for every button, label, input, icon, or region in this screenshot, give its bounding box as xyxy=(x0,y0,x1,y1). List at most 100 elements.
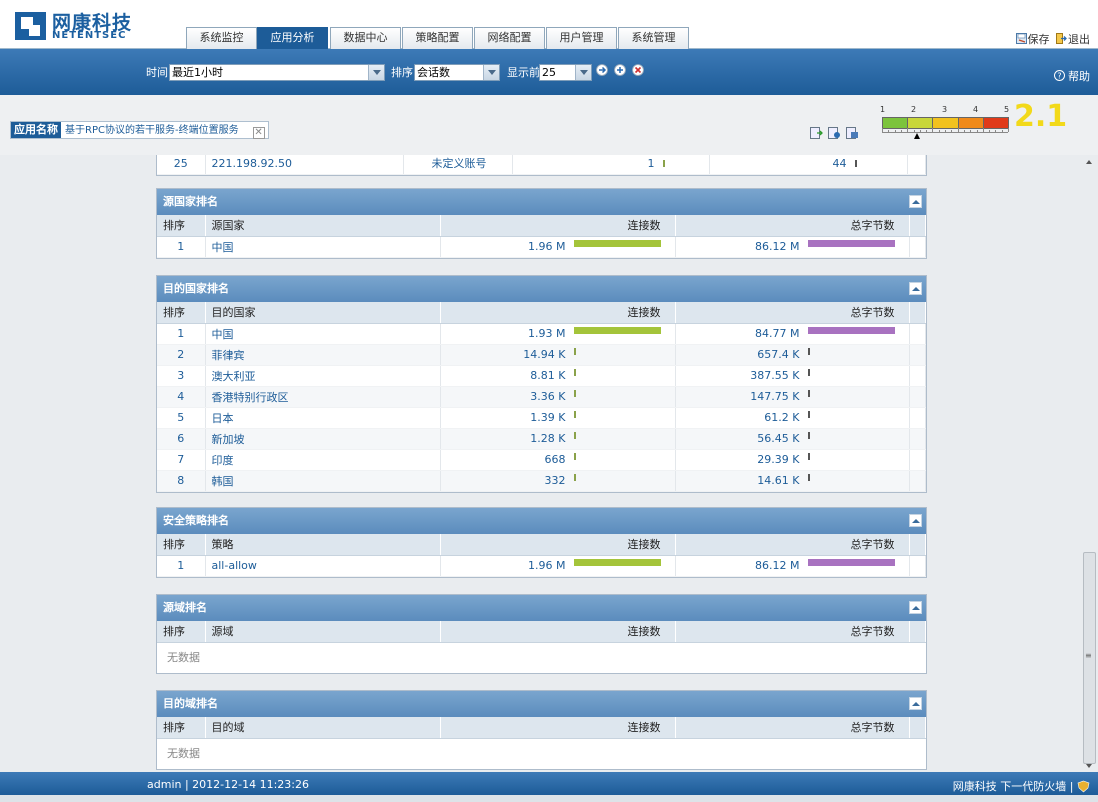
row-rank: 8 xyxy=(157,470,206,492)
column-header-connections[interactable]: 连接数 xyxy=(440,534,676,556)
connections-bar xyxy=(573,432,661,439)
gauge-tick-mark xyxy=(919,130,921,132)
save-button[interactable]: 保存 xyxy=(1015,33,1050,46)
row-name-link[interactable]: 菲律宾 xyxy=(205,344,441,366)
export-report-icon[interactable] xyxy=(828,127,841,139)
app-name-value: 基于RPC协议的若干服务-终端位置服务 xyxy=(65,125,239,136)
help-button[interactable]: ? 帮助 xyxy=(1053,68,1090,84)
time-label: 时间 xyxy=(146,66,168,79)
row-rank: 6 xyxy=(157,428,206,450)
tab-system-management[interactable]: 系统管理 xyxy=(618,27,689,49)
ranking-table: 排序 策略 连接数 总字节数 1 all-allow 1.96 M 86.12 M xyxy=(157,534,926,577)
footer-brand: 网康科技 下一代防火墙 | xyxy=(953,778,1090,794)
connections-bar xyxy=(573,559,661,566)
bytes-bar xyxy=(807,411,895,418)
bytes-bar xyxy=(807,390,895,397)
column-header-total-bytes[interactable]: 总字节数 xyxy=(675,717,910,739)
scroll-down-icon[interactable] xyxy=(1086,764,1092,768)
row-name-link[interactable]: 香港特别行政区 xyxy=(205,386,441,408)
export-excel-icon[interactable] xyxy=(810,127,823,139)
connections-bar-fill xyxy=(573,240,661,247)
table-row: 1 all-allow 1.96 M 86.12 M xyxy=(157,555,926,577)
connections-bar xyxy=(573,348,661,355)
ranking-panel: 目的域排名 排序 目的域 连接数 总字节数 无数据 xyxy=(156,690,927,770)
bytes-bar-fill xyxy=(807,369,810,376)
row-total-bytes-value: 61.2 K xyxy=(764,411,800,424)
chevron-down-icon[interactable] xyxy=(368,65,384,80)
gauge-tick-mark xyxy=(913,130,915,132)
tab-network-config[interactable]: 网络配置 xyxy=(474,27,545,49)
shield-icon[interactable] xyxy=(1077,780,1090,793)
bytes-bar xyxy=(807,348,895,355)
gauge-tick-mark xyxy=(945,130,946,132)
tab-data-center[interactable]: 数据中心 xyxy=(330,27,401,49)
chevron-down-icon[interactable] xyxy=(483,65,499,80)
gauge-tick-mark xyxy=(926,130,928,132)
row-connections-value: 8.81 K xyxy=(530,369,566,382)
column-header-total-bytes[interactable]: 总字节数 xyxy=(675,534,910,556)
row-name-link[interactable]: all-allow xyxy=(205,555,441,577)
collapse-icon[interactable] xyxy=(909,282,922,295)
row-total-bytes-value: 86.12 M xyxy=(755,240,800,253)
collapse-icon[interactable] xyxy=(909,514,922,527)
column-header-name: 源域 xyxy=(205,621,441,643)
row-connections-value: 668 xyxy=(544,453,566,466)
row-connections: 1.96 M xyxy=(440,236,676,258)
row-name-link[interactable]: 新加坡 xyxy=(205,428,441,450)
column-header-total-bytes[interactable]: 总字节数 xyxy=(675,621,910,643)
time-range-select[interactable]: 最近1小时 xyxy=(169,64,385,81)
row-name-link[interactable]: 日本 xyxy=(205,407,441,429)
delete-icon[interactable] xyxy=(632,64,644,76)
table-header-row: 排序 源域 连接数 总字节数 xyxy=(157,621,926,643)
column-header-connections[interactable]: 连接数 xyxy=(440,621,676,643)
row-total-bytes-value: 657.4 K xyxy=(757,348,800,361)
tab-system-monitor[interactable]: 系统监控 xyxy=(186,27,257,49)
export-pdf-icon[interactable] xyxy=(846,127,859,139)
gauge-tick-mark xyxy=(970,130,972,132)
vertical-scrollbar[interactable]: ≡ xyxy=(1081,155,1098,772)
tab-app-analysis[interactable]: 应用分析 xyxy=(257,27,328,49)
go-arrow-icon[interactable] xyxy=(596,64,608,76)
logout-button[interactable]: 退出 xyxy=(1056,33,1090,46)
row-name-link[interactable]: 韩国 xyxy=(205,470,441,492)
header-actions: 保存 退出 xyxy=(1015,31,1090,47)
connections-bar xyxy=(573,411,661,418)
row-name-link[interactable]: 印度 xyxy=(205,449,441,471)
column-header-rank: 排序 xyxy=(157,534,206,556)
column-header-connections[interactable]: 连接数 xyxy=(440,215,676,237)
row-name-link[interactable]: 澳大利亚 xyxy=(205,365,441,387)
sort-label: 排序 xyxy=(391,66,413,79)
chevron-down-icon[interactable] xyxy=(575,65,591,80)
bytes-bar xyxy=(807,453,895,460)
column-header-connections[interactable]: 连接数 xyxy=(440,302,676,324)
gauge-tick-mark xyxy=(963,130,965,132)
show-top-select[interactable]: 25 xyxy=(539,64,592,81)
tab-user-management[interactable]: 用户管理 xyxy=(546,27,617,49)
row-total-bytes: 147.75 K xyxy=(675,386,910,408)
row-rank: 3 xyxy=(157,365,206,387)
sort-select[interactable]: 会话数 xyxy=(414,64,500,81)
row-rank: 1 xyxy=(157,323,206,345)
connections-bar xyxy=(573,369,661,376)
column-header-total-bytes[interactable]: 总字节数 xyxy=(675,215,910,237)
row-connections-value: 1.93 M xyxy=(528,327,566,340)
collapse-icon[interactable] xyxy=(909,195,922,208)
connections-bar-fill xyxy=(573,432,576,439)
ranking-panel: 安全策略排名 排序 策略 连接数 总字节数 1 all-allow 1.96 M 86.12 M xyxy=(156,507,927,578)
scroll-up-icon[interactable] xyxy=(1086,160,1092,164)
status-footer: admin | 2012-12-14 11:23:26 网康科技 下一代防火墙 … xyxy=(0,772,1098,795)
row-name-link[interactable]: 中国 xyxy=(205,236,441,258)
collapse-icon[interactable] xyxy=(909,601,922,614)
connections-bar-fill xyxy=(573,453,576,460)
row-total-bytes-value: 84.77 M xyxy=(755,327,800,340)
column-header-total-bytes[interactable]: 总字节数 xyxy=(675,302,910,324)
filter-toolbar: 时间 最近1小时 排序 会话数 显示前 25 ? 帮助 xyxy=(0,49,1098,95)
column-header-rank: 排序 xyxy=(157,302,206,324)
close-icon[interactable]: ✕ xyxy=(252,127,265,139)
row-name-link[interactable]: 中国 xyxy=(205,323,441,345)
gauge-tick-mark xyxy=(932,128,934,132)
add-icon[interactable] xyxy=(614,64,626,76)
column-header-connections[interactable]: 连接数 xyxy=(440,717,676,739)
tab-policy-config[interactable]: 策略配置 xyxy=(402,27,473,49)
collapse-icon[interactable] xyxy=(909,697,922,710)
